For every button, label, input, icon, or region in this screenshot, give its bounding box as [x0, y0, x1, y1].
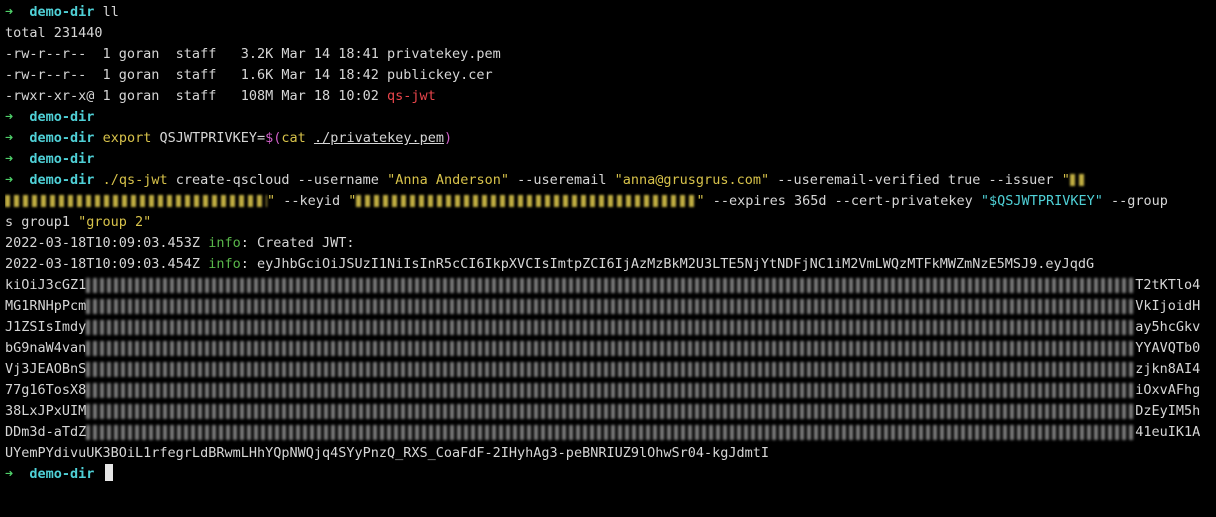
log-line: 2022-03-18T10:09:03.453Z info: Created J… [5, 233, 1211, 254]
jwt-line: bG9naW4van YYAVQTb0 [5, 338, 1211, 359]
jwt-start: DDm3d-aTdZ [5, 424, 87, 440]
text-cursor[interactable] [104, 464, 113, 481]
redacted-jwt [86, 382, 1136, 398]
jwt-start: J1ZSIsImdy [5, 319, 87, 335]
log-timestamp: 2022-03-18T10:09:03.454Z [5, 256, 209, 272]
ls-row-meta: -rw-r--r-- 1 goran staff 3.2K Mar 14 18:… [5, 46, 388, 62]
export-assign: QSJWTPRIVKEY= [151, 130, 266, 146]
username-value: "Anna Anderson" [387, 172, 509, 188]
jwt-end: T2tKTlo4 [1135, 277, 1201, 293]
jwt-end: iOxvAFhg [1135, 382, 1201, 398]
ls-row-meta: -rwxr-xr-x@ 1 goran staff 108M Mar 18 10… [5, 88, 388, 104]
prompt-line[interactable]: ➜ demo-dir [5, 464, 1211, 485]
subst-open: $( [265, 130, 282, 146]
keyid-quote: " [696, 193, 705, 209]
jwt-start: kiOiJ3cGZ1 [5, 277, 87, 293]
cat-command: cat [281, 130, 306, 146]
prompt-dir: demo-dir [29, 151, 95, 167]
redacted-issuer [1069, 174, 1084, 186]
log-line: 2022-03-18T10:09:03.454Z info: eyJhbGciO… [5, 254, 1211, 275]
redacted-jwt [86, 424, 1136, 440]
jwt-line: kiOiJ3cGZ1 T2tKTlo4 [5, 275, 1211, 296]
issuer-quote: " [1061, 172, 1070, 188]
useremail-value: "anna@grusgrus.com" [614, 172, 770, 188]
jwt-line: MG1RNHpPcm VkIjoidH [5, 296, 1211, 317]
keyid-quote: " [348, 193, 357, 209]
command-continuation: " --keyid " " --expires 365d --cert-priva… [5, 191, 1211, 212]
subst-close: ) [444, 130, 453, 146]
cmd-args: --useremail [508, 172, 615, 188]
command-text: ll [102, 4, 119, 20]
prompt-line: ➜ demo-dir [5, 107, 1211, 128]
jwt-line: DDm3d-aTdZ 41euIK1A [5, 422, 1211, 443]
redacted-jwt [86, 277, 1136, 293]
jwt-start: MG1RNHpPcm [5, 298, 87, 314]
log-level: info [208, 235, 241, 251]
prompt-line: ➜ demo-dir export QSJWTPRIVKEY=$(cat ./p… [5, 128, 1211, 149]
ls-total: total 231440 [5, 25, 103, 41]
cmd-args: --expires 365d --cert-privatekey [704, 193, 981, 209]
ls-row-name: privatekey.pem [387, 46, 501, 62]
jwt-end: YYAVQTb0 [1135, 340, 1201, 356]
prompt-line: ➜ demo-dir ./qs-jwt create-qscloud --use… [5, 170, 1211, 191]
ls-row-name: publickey.cer [387, 67, 493, 83]
jwt-start: 77g16TosX8 [5, 382, 87, 398]
log-level: info [208, 256, 241, 272]
redacted-jwt [86, 319, 1136, 335]
group-value: "group 2" [78, 214, 152, 230]
export-keyword: export [102, 130, 152, 146]
jwt-start: bG9naW4van [5, 340, 87, 356]
log-message: : eyJhbGciOiJSUzI1NiIsInR5cCI6IkpXVCIsIm… [240, 256, 1095, 272]
cmd-args: --group [1102, 193, 1168, 209]
jwt-end: 41euIK1A [1135, 424, 1201, 440]
jwt-line: 77g16TosX8 iOxvAFhg [5, 380, 1211, 401]
prompt-arrow-icon: ➜ [5, 172, 14, 188]
ls-row: -rw-r--r-- 1 goran staff 3.2K Mar 14 18:… [5, 44, 1211, 65]
jwt-start: 38LxJPxUIM [5, 403, 87, 419]
cmd-args: --keyid [275, 193, 349, 209]
jwt-line: UYemPYdivuUK3BOiL1rfegrLdBRwmLHhYQpNWQjq… [5, 445, 770, 461]
ls-row: -rw-r--r-- 1 goran staff 1.6K Mar 14 18:… [5, 65, 1211, 86]
jwt-end: VkIjoidH [1135, 298, 1201, 314]
ls-row-meta: -rw-r--r-- 1 goran staff 1.6K Mar 14 18:… [5, 67, 388, 83]
redacted-issuer [5, 195, 267, 207]
prompt-dir: demo-dir [29, 130, 95, 146]
prompt-arrow-icon: ➜ [5, 151, 14, 167]
file-path: ./privatekey.pem [313, 130, 444, 146]
prompt-dir: demo-dir [29, 172, 95, 188]
redacted-jwt [86, 403, 1136, 419]
log-timestamp: 2022-03-18T10:09:03.453Z [5, 235, 209, 251]
cmd-args: create-qscloud --username [167, 172, 388, 188]
terminal-window[interactable]: ➜ demo-dir ll total 231440 -rw-r--r-- 1 … [0, 0, 1216, 517]
jwt-line: Vj3JEAOBnS zjkn8AI4 [5, 359, 1211, 380]
prompt-arrow-icon: ➜ [5, 4, 14, 20]
redacted-jwt [86, 298, 1136, 314]
privkey-variable: "$QSJWTPRIVKEY" [980, 193, 1103, 209]
redacted-keyid [356, 195, 697, 207]
ls-row: -rwxr-xr-x@ 1 goran staff 108M Mar 18 10… [5, 86, 1211, 107]
prompt-dir: demo-dir [29, 4, 95, 20]
prompt-dir: demo-dir [29, 466, 95, 482]
jwt-start: Vj3JEAOBnS [5, 361, 87, 377]
prompt-arrow-icon: ➜ [5, 130, 14, 146]
jwt-line: 38LxJPxUIM DzEyIM5h [5, 401, 1211, 422]
redacted-jwt [86, 340, 1136, 356]
command-continuation: s group1 "group 2" [5, 212, 1211, 233]
cmd-args: s group1 [5, 214, 79, 230]
prompt-line: ➜ demo-dir [5, 149, 1211, 170]
qs-jwt-executable: ./qs-jwt [102, 172, 168, 188]
jwt-end: zjkn8AI4 [1135, 361, 1201, 377]
redacted-jwt [86, 361, 1136, 377]
prompt-line: ➜ demo-dir ll [5, 2, 1211, 23]
jwt-end: DzEyIM5h [1135, 403, 1201, 419]
issuer-quote: " [267, 193, 276, 209]
ls-row-name-executable: qs-jwt [387, 88, 436, 104]
cmd-args: --useremail-verified true --issuer [769, 172, 1062, 188]
log-message: : Created JWT: [240, 235, 355, 251]
prompt-arrow-icon: ➜ [5, 466, 14, 482]
jwt-line: J1ZSIsImdy ay5hcGkv [5, 317, 1211, 338]
prompt-arrow-icon: ➜ [5, 109, 14, 125]
jwt-end: ay5hcGkv [1135, 319, 1201, 335]
prompt-dir: demo-dir [29, 109, 95, 125]
